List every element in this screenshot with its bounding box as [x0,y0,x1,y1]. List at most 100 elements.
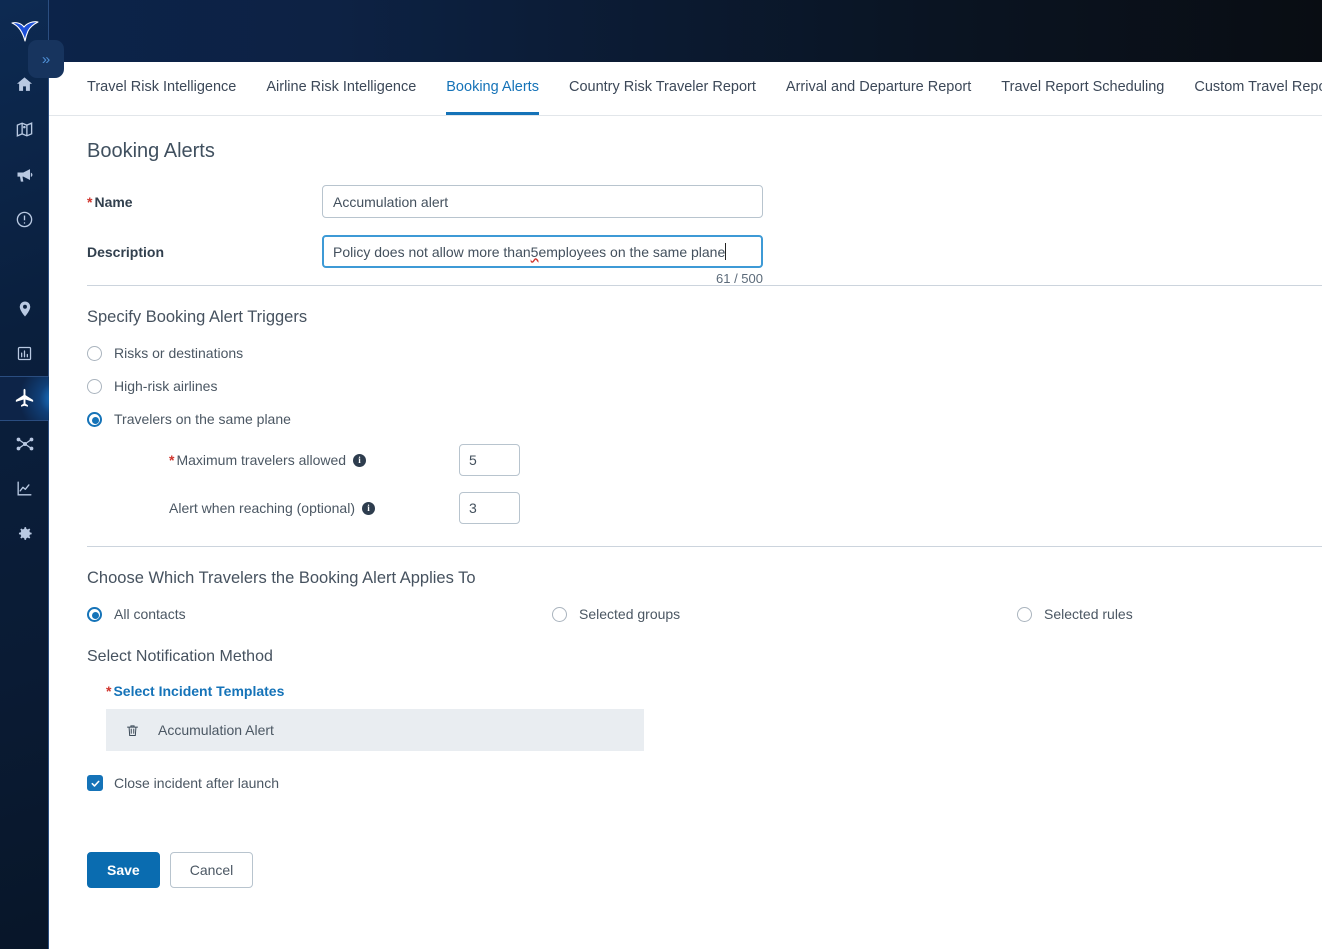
sidebar-item-broadcast[interactable] [0,152,49,197]
required-asterisk: * [87,193,93,210]
divider-after-triggers [87,546,1322,547]
sidebar-item-settings[interactable] [0,511,49,556]
incident-template-name: Accumulation Alert [158,722,274,738]
tab-label: Custom Travel Reports [1194,79,1322,95]
sidebar-item-maps[interactable] [0,107,49,152]
tab-bar: Travel Risk Intelligence Airline Risk In… [49,62,1322,116]
triggers-heading: Specify Booking Alert Triggers [87,308,308,326]
sidebar-item-travel[interactable] [0,376,49,421]
line-chart-icon [15,479,34,498]
save-button[interactable]: Save [87,852,160,888]
tab-custom-travel-reports[interactable]: Custom Travel Reports [1194,62,1322,115]
name-field-row: * Name [87,185,1322,218]
trigger-option-high-risk-airlines[interactable]: High-risk airlines [87,378,1322,394]
notification-heading: Select Notification Method [87,648,273,665]
bar-chart-icon [16,345,33,362]
sidebar-item-locations[interactable] [0,286,49,331]
description-text-suffix: employees on the same plane [538,243,726,260]
trigger-option-risks-or-destinations[interactable]: Risks or destinations [87,345,1322,361]
select-incident-templates-label-text[interactable]: Select Incident Templates [113,683,284,699]
required-asterisk: * [169,452,175,468]
radio-icon-selected [87,411,102,427]
max-travelers-label: * Maximum travelers allowed i [169,452,459,468]
tab-booking-alerts[interactable]: Booking Alerts [446,62,539,115]
home-icon [15,75,34,94]
applies-to-options: All contacts Selected groups Selected ru… [87,606,1322,622]
alert-circle-icon [15,210,34,229]
name-label-text: Name [94,193,133,210]
max-travelers-row: * Maximum travelers allowed i [87,444,1322,476]
radio-icon [87,345,102,361]
sidebar-item-connections[interactable] [0,421,49,466]
rail-spacer [0,242,49,286]
tab-label: Travel Report Scheduling [1001,79,1165,95]
cancel-button[interactable]: Cancel [169,852,254,888]
text-caret [725,243,727,260]
trigger-option-label: Travelers on the same plane [114,411,291,427]
applies-to-option-label: All contacts [114,606,186,622]
tab-label: Arrival and Departure Report [785,79,972,95]
select-incident-templates-label: * Select Incident Templates [87,683,1322,699]
form-actions: Save Cancel [87,852,1322,888]
chevron-double-right-icon: » [41,50,51,68]
radio-icon [1017,606,1032,622]
alert-when-reaching-label: Alert when reaching (optional) i [169,500,459,516]
rail-icon-list [0,62,49,556]
trigger-option-label: High-risk airlines [114,378,218,394]
info-icon[interactable]: i [362,501,375,515]
page-title: Booking Alerts [87,140,215,162]
megaphone-icon [15,165,35,185]
applies-to-option-label: Selected groups [579,606,681,622]
description-misspelled-token: 5 [530,243,539,260]
application-window: » Travel Risk Intelligence Airline Risk … [0,0,1322,949]
close-incident-after-launch-label: Close incident after launch [114,775,279,791]
trigger-option-label: Risks or destinations [114,345,244,361]
divider-after-description [87,285,1322,286]
tab-travel-report-scheduling[interactable]: Travel Report Scheduling [1001,62,1164,115]
close-incident-after-launch-row[interactable]: Close incident after launch [87,775,1322,791]
max-travelers-label-text: Maximum travelers allowed [176,452,347,468]
applies-to-option-label: Selected rules [1044,606,1133,622]
incident-template-row[interactable]: Accumulation Alert [106,709,644,751]
description-input[interactable]: Policy does not allow more than 5 employ… [322,235,763,268]
tab-country-risk-traveler-report[interactable]: Country Risk Traveler Report [569,62,756,115]
applies-to-option-selected-rules[interactable]: Selected rules [1017,606,1133,622]
checkbox-icon-checked [87,775,103,791]
radio-icon-selected [87,606,102,622]
character-counter: 61 / 500 [716,271,763,286]
booking-alert-form: Booking Alerts *Name Description Policy … [49,116,1322,888]
tab-label: Booking Alerts [446,79,539,95]
description-field-row: Description Policy does not allow more t… [87,235,1322,286]
max-travelers-input[interactable] [459,444,520,476]
trigger-option-travelers-on-the-same-plane[interactable]: Travelers on the same plane [87,411,1322,427]
description-text-prefix: Policy does not allow more than [333,243,531,260]
sidebar-item-analytics[interactable] [0,466,49,511]
alert-when-reaching-input[interactable] [459,492,520,524]
applies-to-option-selected-groups[interactable]: Selected groups [552,606,1017,622]
trash-icon[interactable] [125,723,140,738]
tab-label: Airline Risk Intelligence [266,79,417,95]
sidebar-item-reports[interactable] [0,331,49,376]
sidebar-item-incidents[interactable] [0,197,49,242]
radio-icon [552,606,567,622]
applies-to-option-all-contacts[interactable]: All contacts [87,606,552,622]
map-pin-icon [15,120,34,139]
tab-label: Country Risk Traveler Report [568,79,756,95]
info-icon[interactable]: i [353,453,367,467]
tab-travel-risk-intelligence[interactable]: Travel Risk Intelligence [87,62,236,115]
alert-when-reaching-row: Alert when reaching (optional) i [87,492,1322,524]
name-input[interactable] [322,185,763,218]
main-content: Travel Risk Intelligence Airline Risk In… [49,62,1322,949]
gear-icon [15,524,34,543]
location-icon [16,300,34,318]
name-label: * Name [87,194,322,210]
radio-icon [87,378,102,394]
top-header-bar [49,0,1322,62]
collapse-sidebar-button[interactable]: » [28,40,64,78]
description-label: Description [87,243,165,260]
applies-to-heading: Choose Which Travelers the Booking Alert… [87,569,476,587]
tab-arrival-and-departure-report[interactable]: Arrival and Departure Report [786,62,971,115]
tab-airline-risk-intelligence[interactable]: Airline Risk Intelligence [266,62,416,115]
airplane-icon [13,387,36,410]
required-asterisk: * [106,683,112,699]
